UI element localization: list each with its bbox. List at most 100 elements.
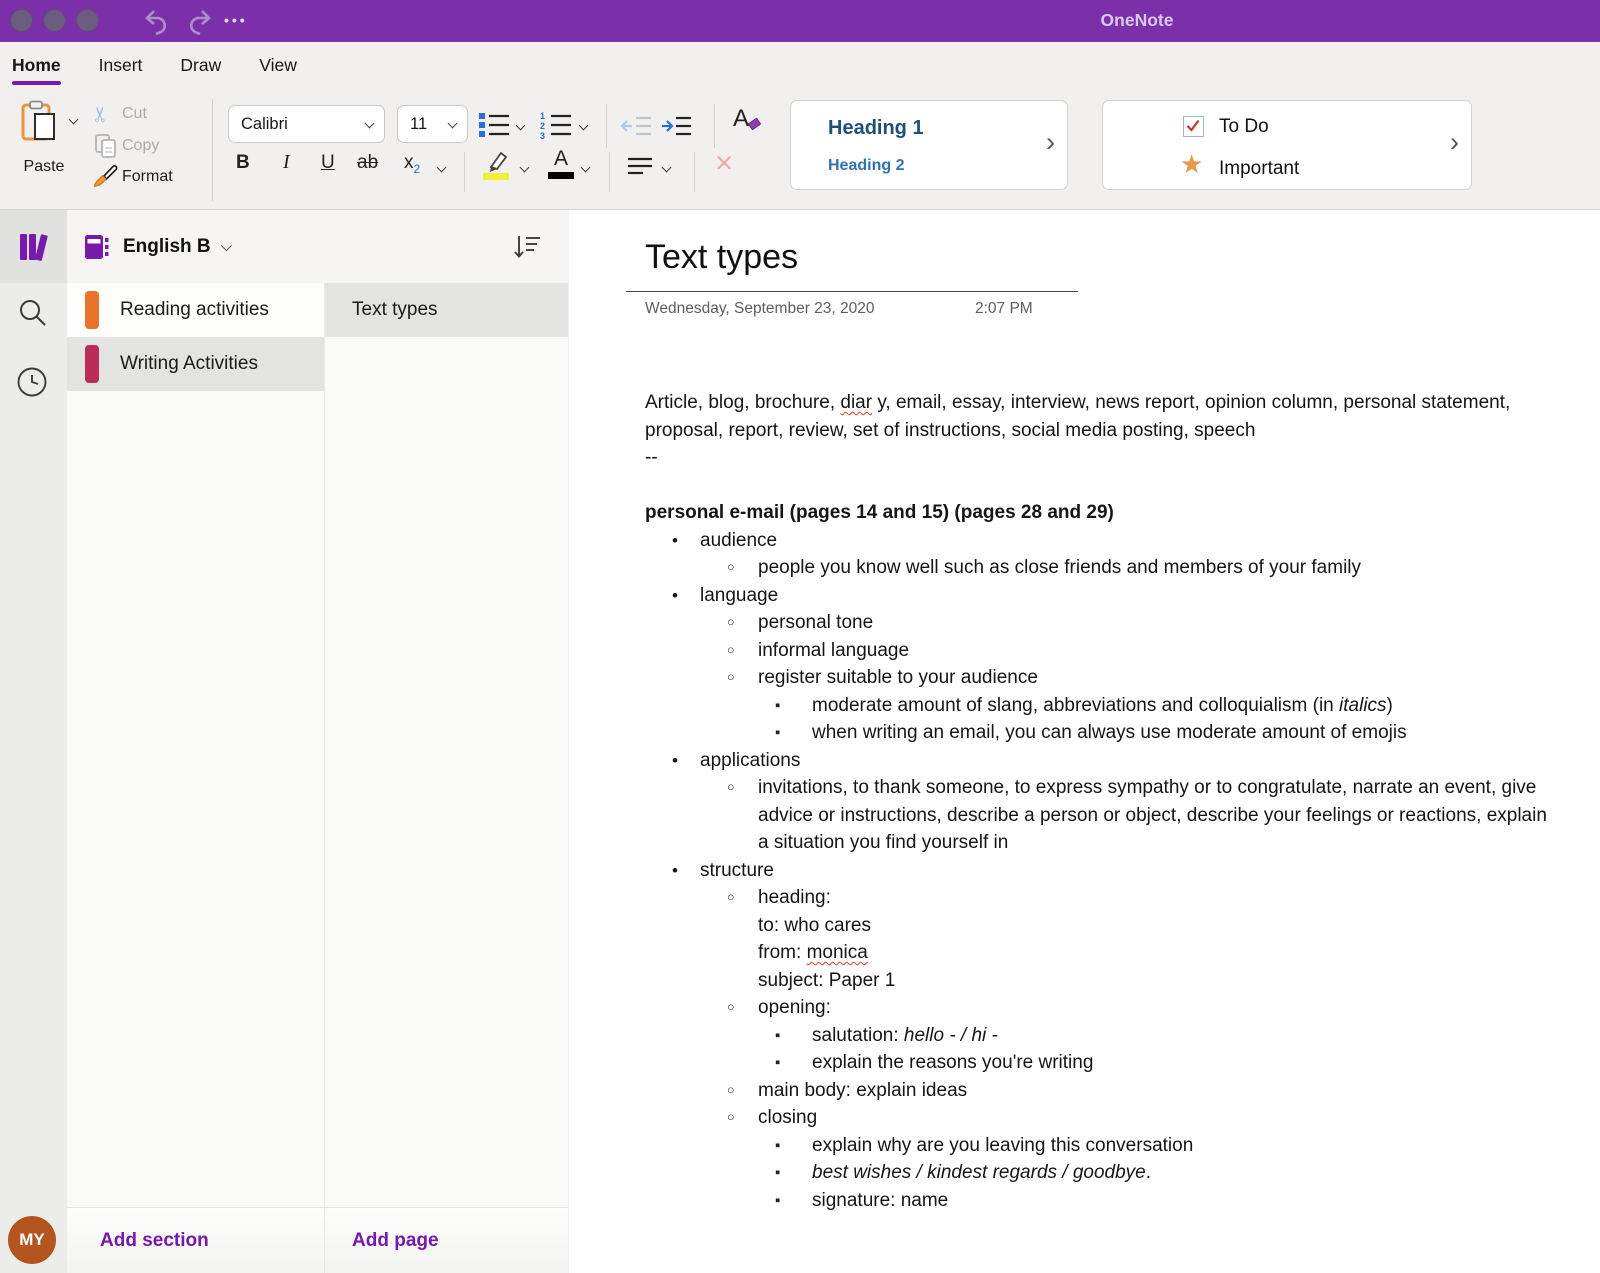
clear-formatting-icon[interactable]: A xyxy=(733,105,762,133)
undo-icon[interactable] xyxy=(143,7,173,37)
section-label: Reading activities xyxy=(120,299,269,320)
align-icon[interactable] xyxy=(627,156,653,176)
section-item[interactable]: Reading activities xyxy=(67,283,324,337)
sort-icon[interactable] xyxy=(513,233,541,261)
strikethrough-button[interactable]: ab xyxy=(357,152,378,174)
avatar[interactable]: MY xyxy=(8,1216,56,1264)
bullet-marker: ○ xyxy=(727,780,735,794)
divider xyxy=(606,104,607,148)
divider xyxy=(212,99,213,201)
bullet-marker: ○ xyxy=(727,642,735,657)
styles-more-icon[interactable]: › xyxy=(1046,127,1055,158)
numbered-list-dropdown-icon[interactable] xyxy=(578,120,589,131)
paste-icon[interactable] xyxy=(20,100,66,144)
search-icon[interactable] xyxy=(18,298,48,328)
text-run: from: xyxy=(758,942,807,963)
minimize-window-icon[interactable] xyxy=(43,9,66,32)
text-run: ) xyxy=(1386,694,1393,716)
list-item-text: explain the reasons you're writing xyxy=(812,1049,1093,1077)
page-meta: Wednesday, September 23, 2020 2:07 PM xyxy=(645,300,1165,318)
list-item-text: people you know well such as close frien… xyxy=(758,554,1361,582)
bullet-marker: ○ xyxy=(727,1110,735,1124)
notebook-dropdown-icon[interactable] xyxy=(220,239,232,251)
page-title[interactable]: Text types xyxy=(645,238,798,277)
copy-icon xyxy=(95,134,116,158)
bullet-list-icon[interactable] xyxy=(478,111,510,139)
font-color-dropdown-icon[interactable] xyxy=(580,162,591,173)
list-item-text: subject: Paper 1 xyxy=(758,967,895,995)
text-run: invitations, to thank someone, to expres… xyxy=(758,777,1547,853)
text-run: italics xyxy=(1339,694,1387,716)
tag-important[interactable]: Important xyxy=(1219,158,1299,180)
numbered-list-icon[interactable]: 1 2 3 xyxy=(540,111,572,139)
list-item-text: best wishes / kindest regards / goodbye. xyxy=(812,1159,1151,1187)
tags-more-icon[interactable]: › xyxy=(1450,127,1459,158)
divider xyxy=(464,152,465,192)
list-item: subject: Paper 1 xyxy=(645,967,1550,995)
svg-text:1: 1 xyxy=(540,111,545,121)
font-color-icon[interactable]: A xyxy=(548,148,574,179)
list-item: ○ closing xyxy=(645,1104,1550,1132)
notebooks-rail-cell[interactable] xyxy=(0,210,67,283)
add-page-button[interactable]: Add page xyxy=(325,1207,568,1273)
text-run: closing xyxy=(758,1107,818,1128)
bullet-marker: ▪ xyxy=(775,724,781,741)
bold-button[interactable]: B xyxy=(236,152,250,174)
bullet-list-dropdown-icon[interactable] xyxy=(515,120,526,131)
align-dropdown-icon[interactable] xyxy=(661,162,672,173)
indent-icon[interactable] xyxy=(660,116,692,136)
ribbon-tabs: Home Insert Draw View xyxy=(12,55,297,85)
add-section-button[interactable]: Add section xyxy=(67,1207,324,1273)
paste-dropdown-icon[interactable] xyxy=(68,114,79,125)
style-heading1[interactable]: Heading 1 xyxy=(828,117,924,140)
section-color-tab xyxy=(85,345,99,383)
list-item-text: personal tone xyxy=(758,609,873,637)
text-run: moderate amount of slang, abbreviations … xyxy=(812,694,1340,716)
redo-icon[interactable] xyxy=(183,7,213,37)
svg-text:3: 3 xyxy=(540,131,545,139)
sections-column: Reading activities Writing Activities Add… xyxy=(67,210,325,1273)
subscript-dropdown-icon[interactable] xyxy=(436,162,447,173)
highlighter-icon[interactable] xyxy=(481,148,513,180)
todo-checkbox-icon[interactable] xyxy=(1183,116,1204,137)
bullet-marker: ▪ xyxy=(775,696,781,714)
tag-todo[interactable]: To Do xyxy=(1219,116,1269,138)
close-window-icon[interactable] xyxy=(10,9,33,32)
subscript-button[interactable]: x2 xyxy=(404,152,420,176)
list-item-text: salutation: hello - / hi - xyxy=(812,1022,998,1050)
italic-button[interactable]: I xyxy=(283,151,290,174)
recent-notes-icon[interactable] xyxy=(16,366,48,398)
title-divider xyxy=(626,291,1078,292)
list-item: • structure xyxy=(645,857,1550,885)
styles-panel[interactable]: Heading 1 Heading 2 › xyxy=(790,100,1068,190)
list-item: ▪ salutation: hello - / hi - xyxy=(645,1022,1550,1050)
tab-insert[interactable]: Insert xyxy=(99,55,143,85)
text-run: hello - / hi - xyxy=(903,1024,998,1046)
font-family-select[interactable]: Calibri xyxy=(228,105,385,143)
text-run: structure xyxy=(700,859,774,881)
text-run: explain why are you leaving this convers… xyxy=(812,1134,1194,1156)
paste-button[interactable]: Paste xyxy=(12,158,76,176)
section-list: Reading activities Writing Activities xyxy=(67,283,324,391)
highlighter-dropdown-icon[interactable] xyxy=(519,162,530,173)
tab-home[interactable]: Home xyxy=(12,55,61,85)
copy-button[interactable]: Copy xyxy=(122,137,159,155)
style-heading2[interactable]: Heading 2 xyxy=(828,157,904,175)
note-body[interactable]: Article, blog, brochure, diar y, email, … xyxy=(645,389,1550,1214)
tags-panel[interactable]: To Do ★ Important › xyxy=(1102,100,1472,190)
notebook-name[interactable]: English B xyxy=(123,236,211,258)
page-item[interactable]: Text types xyxy=(325,283,568,337)
note-canvas[interactable]: Text types Wednesday, September 23, 2020… xyxy=(569,210,1600,1273)
tab-view[interactable]: View xyxy=(259,55,297,85)
font-size-select[interactable]: 11 xyxy=(397,105,468,143)
zoom-window-icon[interactable] xyxy=(76,9,99,32)
text-run: language xyxy=(700,584,779,606)
more-options-icon[interactable]: ••• xyxy=(224,12,248,28)
underline-button[interactable]: U xyxy=(321,152,335,174)
important-star-icon[interactable]: ★ xyxy=(1180,149,1203,180)
section-item[interactable]: Writing Activities xyxy=(67,337,324,391)
cut-button[interactable]: Cut xyxy=(122,105,147,123)
format-button[interactable]: Format xyxy=(122,168,173,186)
tab-draw[interactable]: Draw xyxy=(180,55,221,85)
list-item-text: closing xyxy=(758,1104,817,1132)
